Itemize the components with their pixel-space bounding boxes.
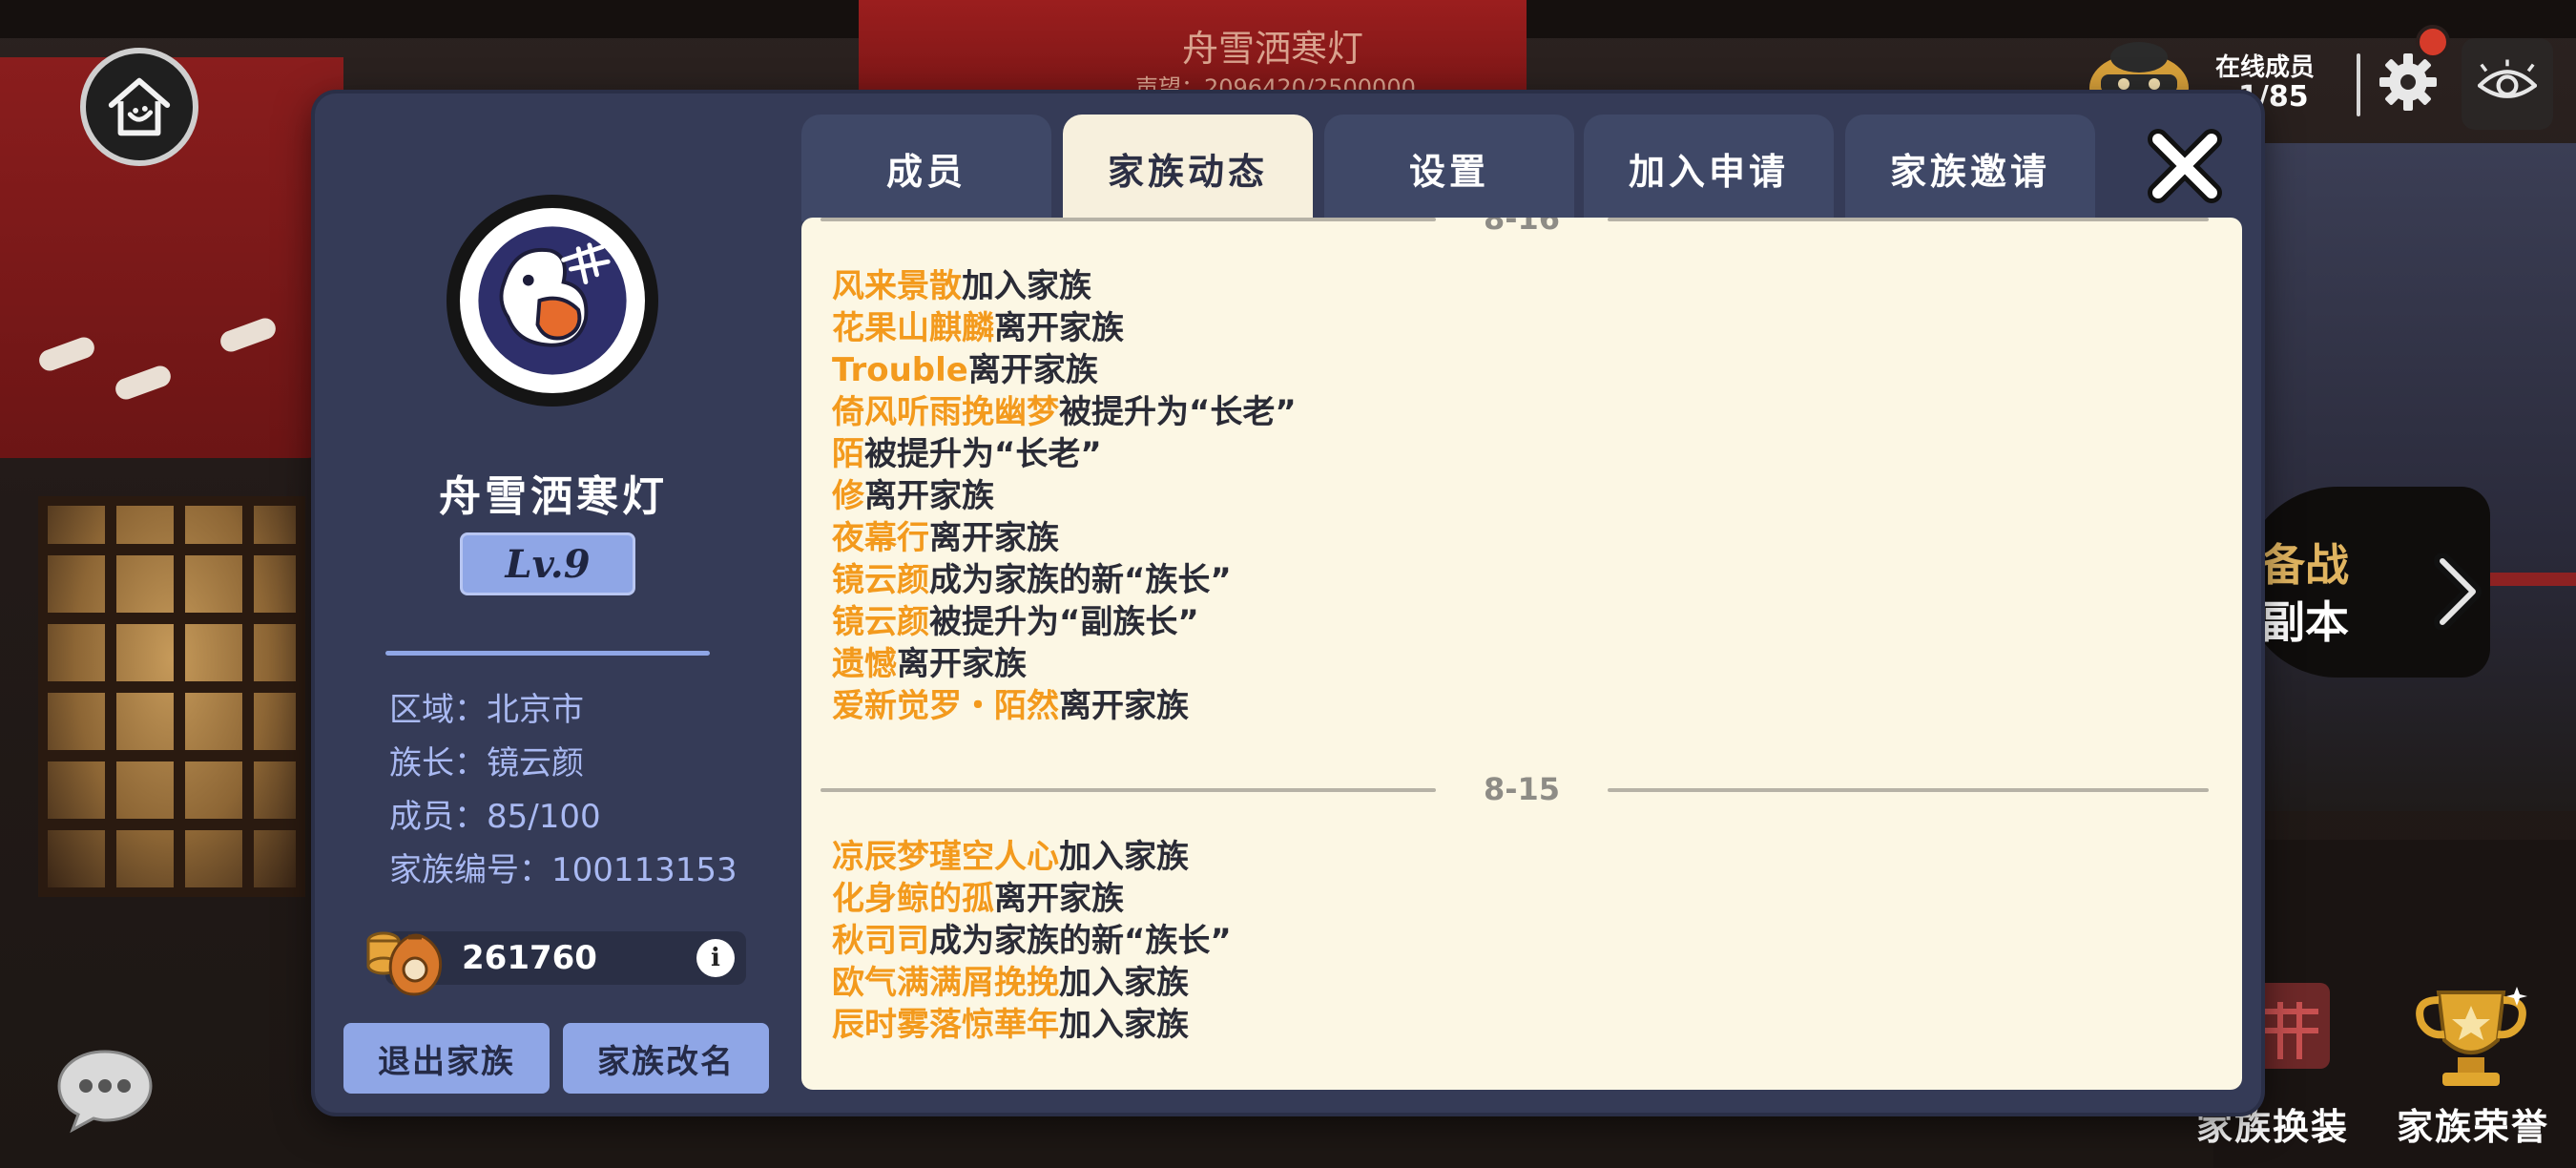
event-action: 被提升为“长老” (864, 435, 1102, 473)
feed-event: 镜云颜成为家族的新“族长” (832, 559, 1232, 601)
event-action: 离开家族 (864, 477, 994, 515)
event-action: 加入家族 (1059, 964, 1189, 1002)
chevron-right-icon (2434, 553, 2482, 630)
event-member-name[interactable]: 镜云颜 (832, 603, 929, 641)
chat-button[interactable] (53, 1046, 156, 1134)
date-separator: 8-16 (821, 218, 2223, 239)
event-member-name[interactable]: 遗憾 (832, 645, 897, 683)
honor-trophy-icon[interactable] (2404, 979, 2538, 1094)
home-button[interactable] (80, 48, 198, 166)
event-member-name[interactable]: 爱新觉罗・陌然 (832, 687, 1059, 725)
info-icon[interactable]: i (696, 939, 735, 977)
info-divider (385, 651, 710, 656)
family-emblem (447, 195, 658, 407)
event-member-name[interactable]: 化身鲸的孤 (832, 880, 994, 918)
event-member-name[interactable]: 凉辰梦瑾空人心 (832, 838, 1059, 876)
event-member-name[interactable]: 陌 (832, 435, 864, 473)
feed-event: 秋司司成为家族的新“族长” (832, 920, 1232, 962)
separator-line (1608, 788, 2209, 792)
feed-event: 风来景散加入家族 (832, 265, 1091, 307)
family-news-feed[interactable]: 8-16 风来景散加入家族 花果山麒麟离开家族 Trouble离开家族 倚风听雨挽幽梦被… (801, 218, 2242, 1090)
notification-badge (2416, 25, 2450, 59)
feed-event: 辰时雾落惊華年加入家族 (832, 1004, 1189, 1046)
event-action: 离开家族 (1059, 687, 1189, 725)
feed-event: 花果山麒麟离开家族 (832, 307, 1124, 349)
event-action: 离开家族 (897, 645, 1027, 683)
event-member-name[interactable]: 镜云颜 (832, 561, 929, 599)
family-emblem-icon (463, 211, 642, 390)
event-action: 加入家族 (1059, 838, 1189, 876)
date-label: 8-15 (1483, 771, 1561, 807)
rename-family-button[interactable]: 家族改名 (563, 1023, 769, 1094)
family-honor-label: 家族荣誉 (2397, 1106, 2550, 1148)
tab-settings[interactable]: 设置 (1324, 115, 1574, 221)
status-divider (2357, 53, 2360, 116)
close-icon[interactable] (2145, 126, 2225, 206)
event-member-name[interactable]: 风来景散 (832, 267, 962, 305)
tab-family-news[interactable]: 家族动态 (1063, 115, 1313, 221)
event-action: 成为家族的新“族长” (929, 922, 1232, 960)
feed-event: 欧气满满屑挽挽加入家族 (832, 962, 1189, 1004)
feed-event: 修离开家族 (832, 475, 994, 517)
event-action: 离开家族 (967, 351, 1098, 389)
feed-event: 陌被提升为“长老” (832, 433, 1102, 475)
tab-family-invites[interactable]: 家族邀请 (1845, 115, 2095, 221)
family-funds-value: 261760 (462, 939, 597, 977)
view-toggle-button[interactable] (2462, 38, 2553, 130)
event-member-name[interactable]: 花果山麒麟 (832, 309, 994, 347)
family-level-badge: Lv.9 (460, 532, 635, 595)
banner-title: 舟雪洒寒灯 (1182, 19, 1363, 72)
quit-family-button[interactable]: 退出家族 (343, 1023, 550, 1094)
feed-event: 镜云颜被提升为“副族长” (832, 601, 1199, 643)
family-id: 家族编号：100113153 (389, 851, 737, 889)
lantern-window-decor (38, 496, 305, 897)
event-member-name[interactable]: 秋司司 (832, 922, 929, 960)
feed-event: 化身鲸的孤离开家族 (832, 878, 1124, 920)
event-member-name[interactable]: 倚风听雨挽幽梦 (832, 393, 1059, 431)
event-action: 离开家族 (994, 309, 1124, 347)
event-member-name[interactable]: 欧气满满屑挽挽 (832, 964, 1059, 1002)
separator-line (821, 788, 1436, 792)
feed-event: 夜幕行离开家族 (832, 517, 1059, 559)
feed-event: Trouble离开家族 (832, 349, 1098, 391)
event-action: 加入家族 (1059, 1006, 1189, 1044)
family-region: 区域：北京市 (389, 691, 584, 729)
family-name: 舟雪洒寒灯 (439, 472, 668, 521)
battle-label-line2: 副本 (2261, 596, 2349, 648)
date-separator: 8-15 (821, 771, 2223, 809)
date-label: 8-16 (1483, 218, 1561, 237)
feed-event: 爱新觉罗・陌然离开家族 (832, 685, 1189, 727)
event-member-name[interactable]: 夜幕行 (832, 519, 929, 557)
chat-icon (57, 1050, 153, 1134)
coin-bag-icon (366, 931, 443, 996)
home-icon (108, 77, 171, 136)
tab-members[interactable]: 成员 (801, 115, 1051, 221)
event-action: 离开家族 (994, 880, 1124, 918)
event-action: 被提升为“长老” (1059, 393, 1297, 431)
event-member-name[interactable]: 辰时雾落惊華年 (832, 1006, 1059, 1044)
event-action: 离开家族 (929, 519, 1059, 557)
feed-event: 遗憾离开家族 (832, 643, 1027, 685)
event-action: 成为家族的新“族长” (929, 561, 1232, 599)
event-member-name[interactable]: Trouble (832, 351, 968, 389)
online-members-label: 在线成员 (2215, 53, 2316, 82)
separator-line (821, 218, 1436, 221)
feed-event: 凉辰梦瑾空人心加入家族 (832, 836, 1189, 878)
eye-icon (2477, 59, 2538, 98)
battle-label-line1: 备战 (2261, 539, 2349, 591)
event-action: 被提升为“副族长” (929, 603, 1199, 641)
feed-event: 倚风听雨挽幽梦被提升为“长老” (832, 391, 1297, 433)
event-member-name[interactable]: 修 (832, 477, 864, 515)
tab-join-requests[interactable]: 加入申请 (1584, 115, 1834, 221)
separator-line (1608, 218, 2209, 221)
family-leader: 族长：镜云颜 (389, 744, 584, 782)
event-action: 加入家族 (962, 267, 1091, 305)
family-members: 成员：85/100 (389, 798, 601, 836)
